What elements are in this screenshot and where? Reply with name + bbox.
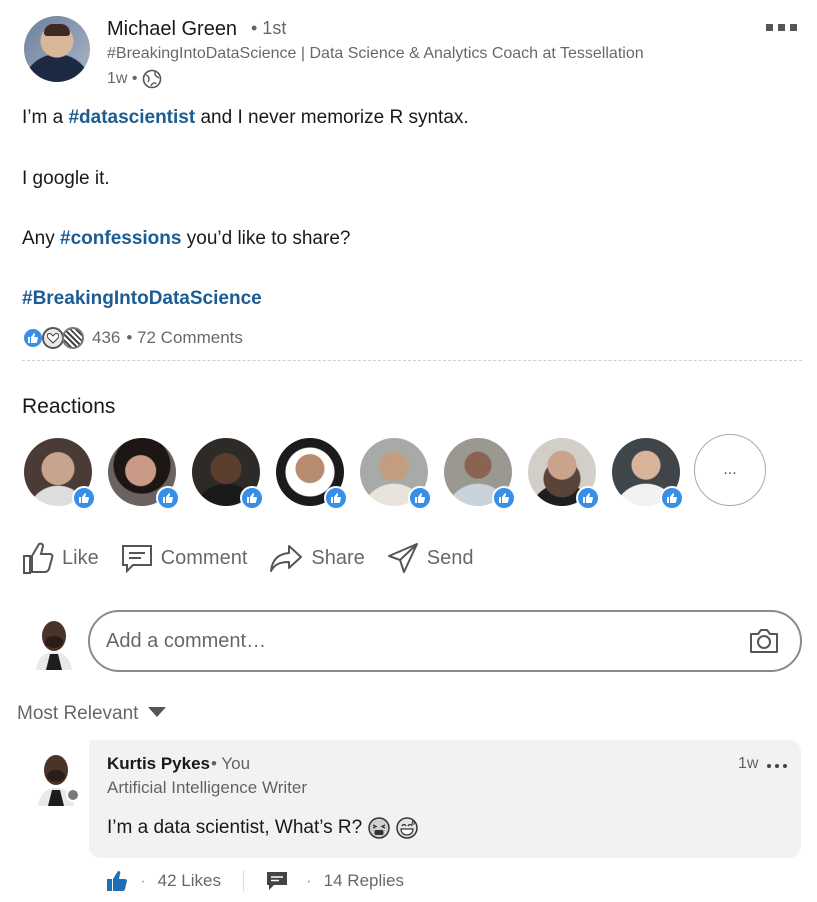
post-time: 1w • <box>107 70 138 87</box>
reactions-title: Reactions <box>22 395 116 418</box>
dot-icon <box>790 23 797 31</box>
reactor-avatar[interactable] <box>360 438 432 510</box>
comment-box-row <box>22 610 802 674</box>
share-button[interactable]: Share <box>269 543 365 573</box>
reactor-avatar[interactable] <box>24 438 96 510</box>
post-text: you’d like to share? <box>181 228 351 249</box>
comment-body: I’m a data scientist, What’s R? <box>107 817 363 838</box>
like-reaction-icon <box>22 327 44 349</box>
commenter-you-label: • You <box>211 754 251 773</box>
post-header: Michael Green • 1st #BreakingIntoDataSci… <box>22 14 802 94</box>
post-line-3: Any #confessions you’d like to share? <box>22 227 350 251</box>
globe-icon <box>142 69 161 89</box>
divider <box>22 360 802 361</box>
tired-face-emoji-icon <box>368 817 390 839</box>
comment-text: I’m a data scientist, What’s R? <box>107 817 418 839</box>
dot-icon <box>775 764 779 768</box>
comment-icon <box>121 545 152 573</box>
like-badge-icon <box>576 486 600 510</box>
love-reaction-icon <box>42 327 64 349</box>
thumbs-up-icon <box>23 542 54 574</box>
comment-replies-count[interactable]: 14 Replies <box>324 871 404 891</box>
reactor-avatar[interactable] <box>192 438 264 510</box>
send-button[interactable]: Send <box>387 542 474 574</box>
connection-degree: • 1st <box>251 18 287 38</box>
reactor-avatar[interactable] <box>444 438 516 510</box>
comment-bubble: Kurtis Pykes • You Artificial Intelligen… <box>89 740 801 858</box>
share-label: Share <box>311 546 365 569</box>
comment-label: Comment <box>160 546 248 569</box>
reactor-avatar[interactable] <box>528 438 600 510</box>
post-text: I’m a <box>22 107 69 128</box>
dot-icon <box>767 764 771 768</box>
camera-icon[interactable] <box>748 626 780 656</box>
comment-button[interactable]: Comment <box>121 543 248 573</box>
author-headline: #BreakingIntoDataScience | Data Science … <box>107 45 644 62</box>
reaction-icons <box>22 327 84 349</box>
reply-icon[interactable] <box>266 871 288 891</box>
like-badge-icon <box>72 486 96 510</box>
like-badge-icon <box>492 486 516 510</box>
post-meta: 1w • <box>107 69 162 89</box>
separator-dot: · <box>140 871 146 890</box>
commenter-name[interactable]: Kurtis Pykes <box>107 754 210 774</box>
current-user-avatar[interactable] <box>32 614 76 670</box>
more-reactors-button[interactable]: ... <box>694 434 766 506</box>
insightful-reaction-icon <box>62 327 84 349</box>
send-icon <box>387 543 418 573</box>
like-badge-icon <box>408 486 432 510</box>
separator-dot: · <box>306 871 312 890</box>
divider <box>243 870 244 892</box>
author-name[interactable]: Michael Green <box>107 18 237 41</box>
caret-down-icon <box>148 707 167 717</box>
comment-likes-count[interactable]: 42 Likes <box>158 871 221 891</box>
like-badge-icon <box>240 486 264 510</box>
comment-time: 1w <box>738 755 759 772</box>
reactor-avatar[interactable] <box>276 438 348 510</box>
comments-count[interactable]: • 72 Comments <box>126 328 243 348</box>
comment-input[interactable] <box>88 610 802 672</box>
send-label: Send <box>426 546 474 569</box>
post-line-4: #BreakingIntoDataScience <box>22 287 262 311</box>
like-badge-icon <box>324 486 348 510</box>
comment-item: Kurtis Pykes • You Artificial Intelligen… <box>0 740 817 900</box>
like-button[interactable]: Like <box>22 541 99 575</box>
post-action-bar: Like Comment Share Send <box>22 536 496 580</box>
dot-icon <box>778 23 785 31</box>
presence-indicator <box>66 788 80 802</box>
reaction-count[interactable]: 436 <box>92 328 120 348</box>
comment-actions: · 42 Likes · 14 Replies <box>106 868 404 894</box>
sort-label: Most Relevant <box>17 703 139 724</box>
post-more-button[interactable] <box>766 20 800 34</box>
commenter-headline: Artificial Intelligence Writer <box>107 778 307 797</box>
social-counts[interactable]: 436 • 72 Comments <box>22 325 243 351</box>
hashtag-link[interactable]: #confessions <box>60 228 181 249</box>
reactors-list: ... <box>22 434 782 514</box>
like-label: Like <box>62 546 99 569</box>
like-comment-icon[interactable] <box>106 870 128 892</box>
post-text: and I never memorize R syntax. <box>195 107 469 128</box>
dot-icon <box>783 764 787 768</box>
sweat-smile-emoji-icon <box>396 817 418 839</box>
share-arrow-icon <box>270 545 303 572</box>
author-avatar[interactable] <box>24 16 90 82</box>
comment-sort-dropdown[interactable]: Most Relevant <box>17 703 167 725</box>
post-text: Any <box>22 228 61 249</box>
reactor-avatar[interactable] <box>108 438 180 510</box>
like-badge-icon <box>660 486 684 510</box>
comment-more-button[interactable] <box>767 764 789 770</box>
like-badge-icon <box>156 486 180 510</box>
hashtag-link[interactable]: #datascientist <box>68 107 195 128</box>
dot-icon <box>766 23 773 31</box>
reactor-avatar[interactable] <box>612 438 684 510</box>
hashtag-link[interactable]: #BreakingIntoDataScience <box>22 288 262 309</box>
post-line-1: I’m a #datascientist and I never memoriz… <box>22 106 469 130</box>
post-line-2: I google it. <box>22 168 110 189</box>
